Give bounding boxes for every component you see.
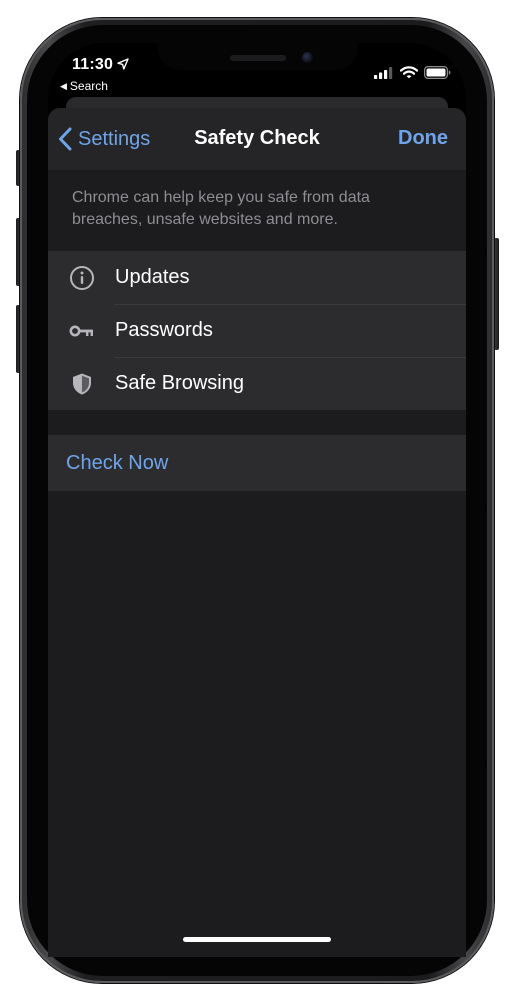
- safety-check-sheet: Settings Safety Check Done Chrome can he…: [48, 108, 466, 957]
- status-icons: [374, 66, 451, 79]
- front-camera: [302, 52, 313, 63]
- list-item-updates[interactable]: Updates: [48, 251, 466, 304]
- settings-back-label: Settings: [78, 127, 151, 150]
- safety-check-description: Chrome can help keep you safe from data …: [72, 189, 370, 228]
- cellular-signal-icon: [374, 66, 393, 79]
- side-button: [494, 238, 499, 350]
- list-item-label: Passwords: [115, 319, 213, 341]
- list-item-label: Updates: [115, 266, 190, 288]
- list-item-safe-browsing[interactable]: Safe Browsing: [48, 357, 466, 410]
- key-icon: [68, 317, 96, 345]
- wifi-icon: [400, 66, 418, 79]
- check-now-label: Check Now: [66, 452, 169, 474]
- speaker-grille: [230, 55, 286, 61]
- home-indicator[interactable]: [183, 937, 331, 942]
- battery-icon: [424, 66, 451, 79]
- back-to-app-label: Search: [69, 79, 108, 93]
- settings-back-button[interactable]: Settings: [58, 124, 150, 154]
- list-item-label: Safe Browsing: [115, 372, 244, 394]
- shield-icon: [68, 370, 96, 398]
- safety-check-items: Updates Passwords Safe Browsing: [48, 251, 466, 410]
- location-arrow-icon: [117, 58, 129, 70]
- status-time: 11:30: [72, 56, 114, 73]
- check-now-button[interactable]: Check Now: [48, 435, 466, 491]
- info-circle-icon: [68, 264, 96, 292]
- page: 11:30 ◀ Search Settings Safety Check Don…: [0, 0, 514, 1000]
- chevron-left-icon: [59, 127, 72, 151]
- list-item-passwords[interactable]: Passwords: [48, 304, 466, 357]
- navigation-bar: Settings Safety Check Done: [48, 108, 466, 171]
- back-to-app[interactable]: ◀ Search: [60, 79, 108, 93]
- back-triangle-icon: ◀: [60, 80, 67, 91]
- done-button[interactable]: Done: [398, 127, 448, 150]
